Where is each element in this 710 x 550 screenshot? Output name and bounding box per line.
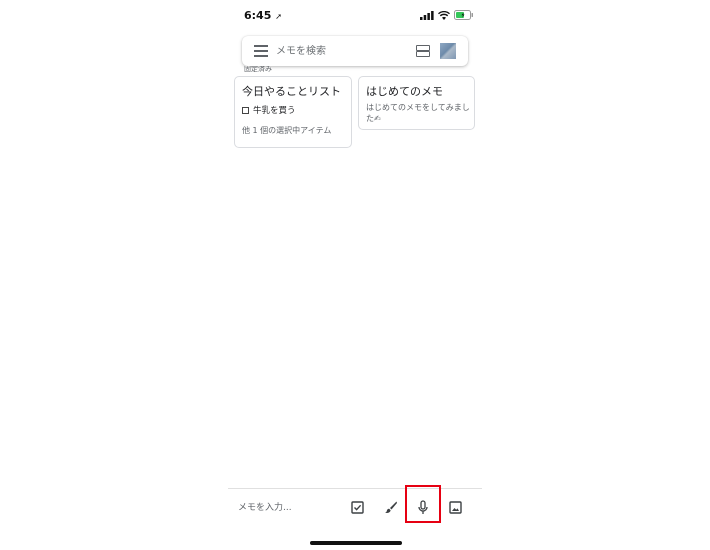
list-view-toggle-icon[interactable] <box>416 45 430 57</box>
status-time: 6:45 ➚ <box>244 9 282 22</box>
mic-highlight-box <box>405 485 441 523</box>
note-card[interactable]: 今日やることリスト 牛乳を買う 他 1 個の選択中アイテム <box>234 76 352 148</box>
bottom-divider <box>228 488 482 489</box>
new-list-button[interactable] <box>348 498 366 516</box>
brush-icon <box>385 501 397 513</box>
battery-icon <box>454 10 473 20</box>
new-note-input[interactable] <box>238 500 338 516</box>
phone-screen: 6:45 ➚ 固定済み <box>228 0 482 550</box>
account-avatar[interactable] <box>440 43 456 59</box>
status-icons <box>420 10 474 20</box>
signal-icon <box>420 10 434 20</box>
pinned-section-label: 固定済み <box>244 66 272 72</box>
wifi-icon <box>438 10 450 20</box>
note-body: はじめてのメモをしてみました✍ <box>366 103 470 123</box>
image-icon <box>448 500 462 514</box>
menu-icon[interactable] <box>254 45 268 57</box>
note-card[interactable]: はじめてのメモ はじめてのメモをしてみました✍ <box>358 76 475 130</box>
checkbox-icon[interactable] <box>242 106 249 114</box>
status-time-text: 6:45 <box>244 9 272 22</box>
location-arrow-icon: ➚ <box>275 12 282 21</box>
note-title: 今日やることリスト <box>242 85 341 98</box>
new-drawing-button[interactable] <box>382 498 400 516</box>
checklist-item[interactable]: 牛乳を買う <box>242 104 296 116</box>
more-items-text: 他 1 個の選択中アイテム <box>242 126 332 135</box>
search-bar <box>242 36 468 66</box>
image-note-button[interactable] <box>446 498 464 516</box>
checkbox-icon <box>350 500 364 514</box>
checklist-item-label: 牛乳を買う <box>253 106 296 116</box>
home-indicator[interactable] <box>310 541 402 545</box>
search-input[interactable] <box>276 42 406 60</box>
note-title: はじめてのメモ <box>366 85 443 98</box>
